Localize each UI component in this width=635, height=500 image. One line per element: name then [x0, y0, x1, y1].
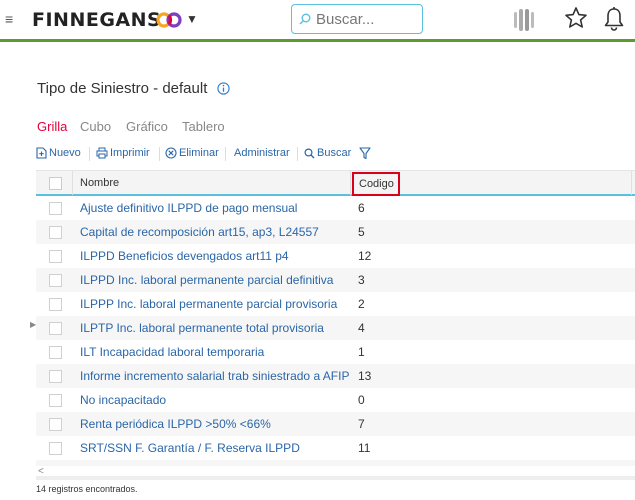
row-nombre-link[interactable]: ILPPD Beneficios devengados art11 p4 — [80, 249, 350, 263]
column-divider — [72, 171, 73, 195]
row-codigo: 3 — [358, 273, 365, 287]
toolbar-divider — [159, 147, 160, 161]
row-codigo: 13 — [358, 369, 372, 383]
toolbar-divider — [89, 147, 90, 161]
notifications-bell-icon[interactable] — [602, 6, 626, 32]
toolbar-divider — [225, 147, 226, 161]
row-codigo: 5 — [358, 225, 365, 239]
administrar-button[interactable]: Administrar — [234, 147, 290, 159]
row-checkbox[interactable] — [49, 370, 62, 383]
buscar-button[interactable]: Buscar — [304, 147, 351, 159]
row-nombre-link[interactable]: ILPTP Inc. laboral permanente total prov… — [80, 321, 350, 335]
tab-tablero[interactable]: Tablero — [182, 119, 225, 134]
printer-icon — [96, 147, 108, 159]
menu-icon[interactable]: ≡ — [5, 11, 13, 27]
table-row[interactable]: SRT/SSN F. Garantía / F. Reserva ILPPD 1… — [36, 436, 635, 460]
row-checkbox[interactable] — [49, 274, 62, 287]
table-row[interactable]: ILPPD Beneficios devengados art11 p4 12 — [36, 244, 635, 268]
row-checkbox[interactable] — [49, 394, 62, 407]
nuevo-label: Nuevo — [49, 147, 81, 159]
row-codigo: 12 — [358, 249, 372, 263]
page-title: Tipo de Siniestro - default — [37, 80, 208, 97]
top-bar: ≡ FINNEGANS ▼ Buscar... — [0, 0, 635, 42]
delete-circle-icon — [165, 147, 177, 159]
row-nombre-link[interactable]: ILPPP Inc. laboral permanente parcial pr… — [80, 297, 350, 311]
row-nombre-link[interactable]: Ajuste definitivo ILPPD de pago mensual — [80, 201, 350, 215]
new-document-icon — [36, 147, 47, 159]
row-checkbox[interactable] — [49, 442, 62, 455]
table-row[interactable]: Renta periódica ILPPD >50% <66% 7 — [36, 412, 635, 436]
row-nombre-link[interactable]: ILT Incapacidad laboral temporaria — [80, 345, 350, 359]
table-row[interactable]: Informe incremento salarial trab siniest… — [36, 364, 635, 388]
table-row-partial — [36, 460, 635, 466]
grid-header: Nombre Codigo — [36, 170, 635, 196]
imprimir-button[interactable]: Imprimir — [96, 147, 150, 159]
record-count: 14 registros encontrados. — [36, 484, 138, 494]
search-input[interactable]: Buscar... — [291, 4, 423, 34]
tab-grilla[interactable]: Grilla — [37, 119, 67, 134]
tab-cubo[interactable]: Cubo — [80, 119, 111, 134]
table-row[interactable]: Ajuste definitivo ILPPD de pago mensual … — [36, 196, 635, 220]
row-codigo: 0 — [358, 393, 365, 407]
row-nombre-link[interactable]: ILPPD Inc. laboral permanente parcial de… — [80, 273, 350, 287]
imprimir-label: Imprimir — [110, 147, 150, 159]
info-icon[interactable] — [217, 82, 230, 95]
row-codigo: 7 — [358, 417, 365, 431]
row-codigo: 2 — [358, 297, 365, 311]
row-nombre-link[interactable]: Renta periódica ILPPD >50% <66% — [80, 417, 350, 431]
avatar-icon[interactable] — [511, 6, 539, 34]
table-row[interactable]: No incapacitado 0 — [36, 388, 635, 412]
row-codigo: 6 — [358, 201, 365, 215]
administrar-label: Administrar — [234, 147, 290, 159]
column-divider — [350, 171, 351, 195]
collapse-panel-icon[interactable]: ▶ — [30, 320, 36, 329]
table-row[interactable]: ILPTP Inc. laboral permanente total prov… — [36, 316, 635, 340]
row-checkbox[interactable] — [49, 322, 62, 335]
brand-logo-icon — [156, 12, 182, 28]
search-icon — [299, 13, 311, 25]
toolbar-divider — [297, 147, 298, 161]
favorite-star-icon[interactable] — [564, 6, 588, 30]
table-row[interactable]: Capital de recomposición art15, ap3, L24… — [36, 220, 635, 244]
eliminar-button[interactable]: Eliminar — [165, 147, 219, 159]
row-codigo: 11 — [358, 441, 371, 455]
eliminar-label: Eliminar — [179, 147, 219, 159]
row-checkbox[interactable] — [49, 202, 62, 215]
row-nombre-link[interactable]: Capital de recomposición art15, ap3, L24… — [80, 225, 350, 239]
row-nombre-link[interactable]: Informe incremento salarial trab siniest… — [80, 369, 350, 383]
buscar-label: Buscar — [317, 147, 352, 159]
search-icon — [304, 147, 315, 158]
brand-name[interactable]: FINNEGANS — [32, 9, 161, 31]
table-row[interactable]: ILT Incapacidad laboral temporaria 1 — [36, 340, 635, 364]
row-nombre-link[interactable]: No incapacitado — [80, 393, 350, 407]
table-row[interactable]: ILPPD Inc. laboral permanente parcial de… — [36, 268, 635, 292]
filter-icon[interactable] — [359, 147, 371, 160]
row-checkbox[interactable] — [49, 346, 62, 359]
row-checkbox[interactable] — [49, 250, 62, 263]
select-all-checkbox[interactable] — [49, 177, 62, 190]
tab-grafico[interactable]: Gráfico — [126, 119, 168, 134]
horizontal-scrollbar[interactable] — [36, 476, 635, 480]
row-nombre-link[interactable]: SRT/SSN F. Garantía / F. Reserva ILPPD — [80, 441, 350, 455]
row-checkbox[interactable] — [49, 418, 62, 431]
row-codigo: 1 — [358, 345, 365, 359]
row-checkbox[interactable] — [49, 226, 62, 239]
column-divider — [631, 171, 632, 195]
search-placeholder: Buscar... — [316, 11, 375, 28]
row-checkbox[interactable] — [49, 298, 62, 311]
brand-dropdown-icon[interactable]: ▼ — [186, 12, 198, 26]
row-codigo: 4 — [358, 321, 365, 335]
column-header-nombre[interactable]: Nombre — [80, 177, 119, 189]
table-row[interactable]: ILPPP Inc. laboral permanente parcial pr… — [36, 292, 635, 316]
nuevo-button[interactable]: Nuevo — [36, 147, 81, 159]
column-header-codigo[interactable]: Codigo — [352, 172, 400, 196]
